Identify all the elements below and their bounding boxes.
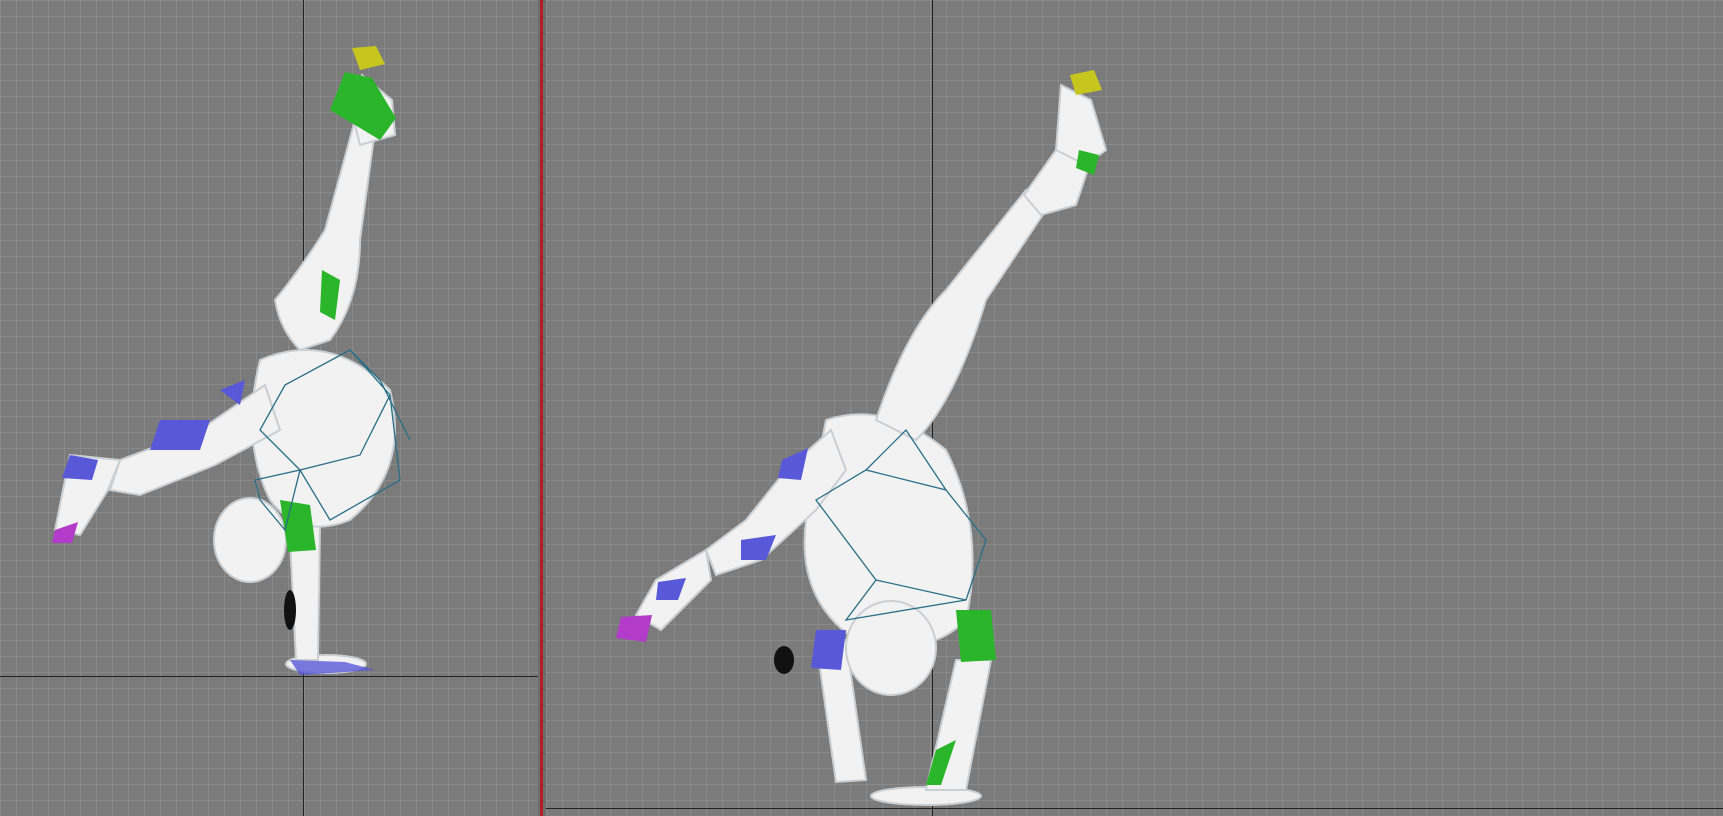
right-arm-marker [956, 610, 996, 662]
left-arm-marker [811, 630, 846, 670]
arm-shadow [774, 646, 794, 674]
left-toe-marker [616, 615, 652, 642]
mannequin-head[interactable] [213, 497, 287, 583]
viewport-left[interactable] [0, 0, 538, 816]
viewport-right[interactable] [546, 0, 1723, 816]
mannequin-leg-right[interactable] [273, 118, 377, 352]
mannequin-leg-right[interactable] [874, 188, 1048, 442]
viewport-splitter[interactable] [538, 0, 546, 816]
arm-shadow [284, 590, 296, 630]
mannequin-perspective-view[interactable] [546, 0, 1723, 816]
mannequin-head[interactable] [845, 600, 937, 696]
right-toe-marker [352, 46, 385, 70]
left-knee-marker [150, 420, 210, 450]
mannequin-side-view[interactable] [0, 0, 538, 816]
active-viewport-indicator [540, 0, 543, 816]
